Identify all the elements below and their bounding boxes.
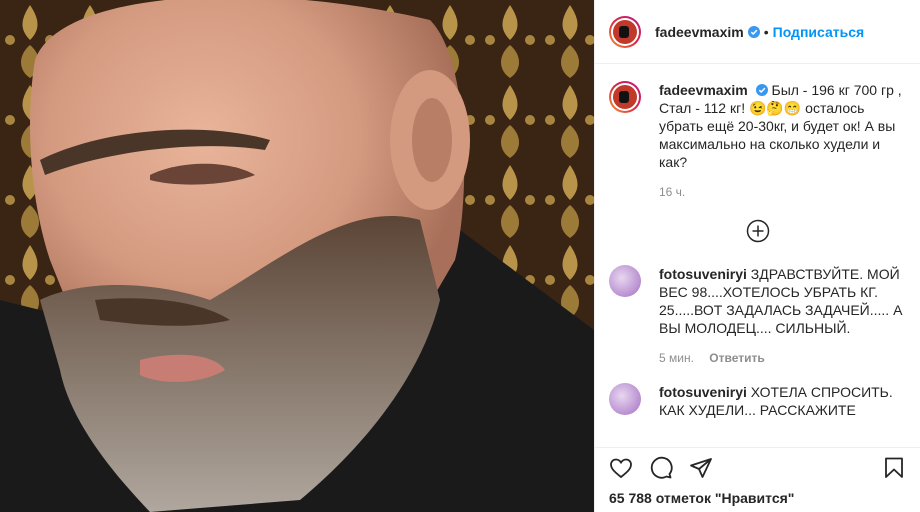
- comment-item: fotosuveniryi ЗДРАВСТВУЙТЕ. МОЙ ВЕС 98..…: [609, 265, 906, 337]
- reply-button[interactable]: Ответить: [709, 351, 764, 365]
- action-icons: [609, 454, 906, 482]
- post-side-panel: fadeevmaxim • Подписаться fadeevmaxim Бы…: [594, 0, 920, 512]
- share-icon[interactable]: [689, 456, 713, 480]
- commenter-avatar[interactable]: [609, 265, 641, 297]
- author-avatar[interactable]: [609, 15, 641, 48]
- caption-author-avatar[interactable]: [609, 81, 641, 113]
- caption-username[interactable]: fadeevmaxim: [659, 82, 748, 98]
- author-username[interactable]: fadeevmaxim: [655, 24, 744, 40]
- heart-icon[interactable]: [609, 456, 633, 480]
- bookmark-icon[interactable]: [882, 456, 906, 480]
- caption-time[interactable]: 16 ч.: [659, 185, 685, 199]
- comment-icon[interactable]: [649, 456, 673, 480]
- caption-meta: 16 ч.: [659, 185, 906, 199]
- comment-meta: 5 мин. Ответить: [659, 351, 906, 365]
- commenter-avatar[interactable]: [609, 383, 641, 415]
- verified-badge-icon: [747, 25, 760, 38]
- load-more-comments: [609, 219, 906, 243]
- likes-count[interactable]: 65 788 отметок "Нравится": [609, 490, 906, 506]
- commenter-username[interactable]: fotosuveniryi: [659, 384, 747, 400]
- comment-item: fotosuveniryi ХОТЕЛА СПРОСИТЬ. КАК ХУДЕЛ…: [609, 383, 906, 419]
- caption: fadeevmaxim Был - 196 кг 700 гр , Стал -…: [609, 81, 906, 171]
- post-actions: 65 788 отметок "Нравится": [595, 447, 920, 506]
- comment-time[interactable]: 5 мин.: [659, 351, 694, 365]
- comments-list[interactable]: fadeevmaxim Был - 196 кг 700 гр , Стал -…: [595, 65, 920, 447]
- post-header: fadeevmaxim • Подписаться: [595, 0, 920, 64]
- portrait-image: [0, 0, 594, 512]
- separator-dot: •: [763, 23, 769, 40]
- follow-button[interactable]: Подписаться: [773, 24, 865, 40]
- post-photo[interactable]: [0, 0, 594, 512]
- commenter-username[interactable]: fotosuveniryi: [659, 266, 747, 282]
- verified-badge-icon: [755, 84, 768, 96]
- plus-circle-icon[interactable]: [746, 219, 770, 243]
